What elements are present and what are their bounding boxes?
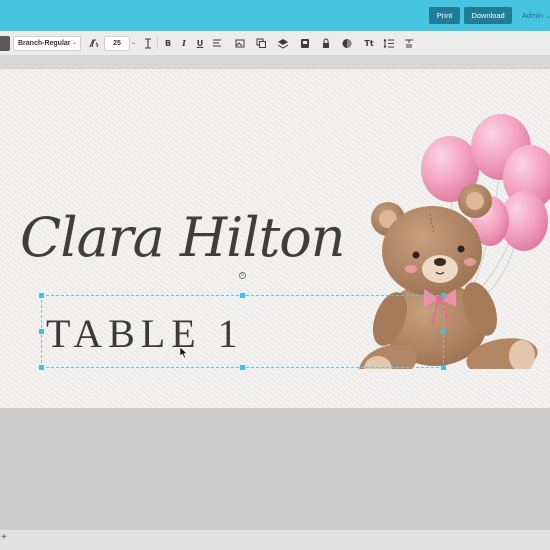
color-fill-icon[interactable] xyxy=(341,37,353,50)
underline-icon[interactable]: U xyxy=(194,37,206,50)
align-icon[interactable] xyxy=(211,37,223,50)
resize-handle[interactable] xyxy=(240,365,245,370)
canvas-margin xyxy=(0,56,550,69)
line-spacing-icon[interactable] xyxy=(383,37,395,50)
guest-name-text[interactable]: Clara Hilton xyxy=(20,211,346,265)
bottom-bar: + xyxy=(0,529,550,550)
resize-handle[interactable] xyxy=(441,365,446,370)
layers-icon[interactable] xyxy=(277,37,289,50)
mouse-cursor-icon xyxy=(180,347,188,359)
toolbar-divider xyxy=(157,37,158,50)
font-size-input[interactable]: 25 xyxy=(104,36,130,51)
font-family-value: Branch-Regular xyxy=(18,40,71,47)
duplicate-icon[interactable] xyxy=(255,37,267,50)
font-size-dropdown-icon[interactable]: ⌄ xyxy=(131,36,139,51)
add-page-button[interactable]: + xyxy=(1,532,7,543)
lock-icon[interactable] xyxy=(320,37,332,50)
resize-handle[interactable] xyxy=(441,329,446,334)
font-family-select[interactable]: Branch-Regular ⌄ xyxy=(13,36,81,51)
resize-handle[interactable] xyxy=(240,293,245,298)
stack-icon[interactable] xyxy=(299,37,311,50)
text-toolbar: Branch-Regular ⌄ 25 ⌄ B I U Tt xyxy=(0,31,550,56)
rotate-handle-icon[interactable]: ↻ xyxy=(239,272,246,279)
download-button[interactable]: Download xyxy=(464,7,512,24)
font-style-icon[interactable] xyxy=(88,37,100,50)
place-card-canvas[interactable]: Clara Hilton TABLE 1 ↻ xyxy=(0,69,550,408)
chevron-down-icon: ⌄ xyxy=(545,14,550,20)
resize-handle[interactable] xyxy=(39,365,44,370)
text-transform-icon[interactable]: Tt xyxy=(362,37,376,50)
admin-label: Admin xyxy=(522,11,544,20)
admin-menu[interactable]: Admin ⌄ xyxy=(522,7,550,24)
top-bar: Print Download Admin ⌄ xyxy=(0,0,550,31)
print-button[interactable]: Print xyxy=(429,7,460,24)
chevron-down-icon: ⌄ xyxy=(71,40,77,46)
resize-handle[interactable] xyxy=(39,329,44,334)
text-case-icon[interactable] xyxy=(403,37,415,50)
color-swatch[interactable] xyxy=(0,36,10,51)
bold-icon[interactable]: B xyxy=(162,37,174,50)
image-icon[interactable] xyxy=(234,37,246,50)
text-selection-box[interactable] xyxy=(39,293,446,370)
italic-icon[interactable]: I xyxy=(178,37,190,50)
resize-handle[interactable] xyxy=(441,293,446,298)
text-height-icon[interactable] xyxy=(142,37,154,50)
resize-handle[interactable] xyxy=(39,293,44,298)
